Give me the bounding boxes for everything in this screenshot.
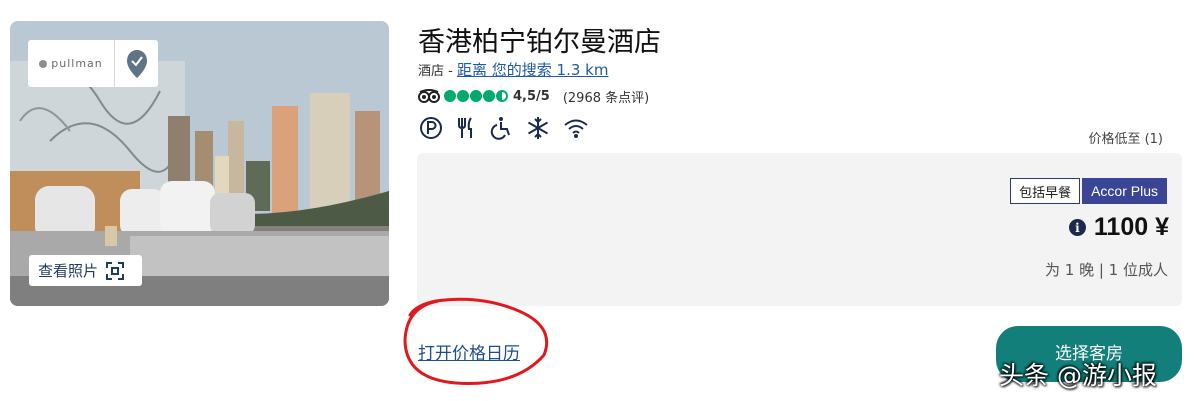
low-price-label: 价格低至 (1) xyxy=(1088,132,1163,147)
restaurant-icon xyxy=(456,116,476,140)
pullman-logo: pullman xyxy=(28,40,115,87)
accor-plus-tag: Accor Plus xyxy=(1082,178,1167,204)
air-conditioning-icon xyxy=(526,116,550,140)
all-safe-badge-icon xyxy=(115,49,158,79)
hotel-subline: 酒店 - 距离 您的搜索 1.3 km xyxy=(418,59,608,80)
review-count[interactable]: (2968 条点评) xyxy=(563,87,649,106)
price-value: 1100 ¥ xyxy=(1093,213,1169,241)
amenity-icons xyxy=(419,116,589,140)
price-per-label: 为 1 晚 | 1 位成人 xyxy=(1045,261,1168,279)
subline-separator: - xyxy=(444,64,457,79)
price-panel: 包括早餐 Accor Plus i 1100 ¥ 为 1 晚 | 1 位成人 xyxy=(417,153,1182,306)
rating-bubble xyxy=(444,90,456,102)
parking-icon xyxy=(419,116,443,140)
price-row: i 1100 ¥ xyxy=(1068,213,1169,242)
tripadvisor-owl-icon xyxy=(418,89,440,103)
breakfast-included-tag: 包括早餐 xyxy=(1010,178,1081,204)
rate-tags: 包括早餐 Accor Plus xyxy=(1010,178,1167,204)
hotel-photo[interactable]: pullman 查看照片 xyxy=(10,21,389,306)
fullscreen-icon xyxy=(106,261,125,280)
info-icon[interactable]: i xyxy=(1068,219,1086,236)
rating-bubbles xyxy=(444,90,508,102)
rating-bubble xyxy=(496,90,508,102)
logo-text: pullman xyxy=(51,57,103,70)
view-photos-label: 查看照片 xyxy=(38,262,99,280)
watermark: 头条 @游小报 xyxy=(999,361,1157,390)
accessibility-icon xyxy=(489,116,513,140)
view-photos-button[interactable]: 查看照片 xyxy=(29,255,142,286)
hotel-brand-logo: pullman xyxy=(28,40,158,87)
rating-bubble xyxy=(483,90,495,102)
tripadvisor-rating[interactable]: 4,5/5 (2968 条点评) xyxy=(418,87,649,106)
annotation-circle xyxy=(403,297,549,385)
rating-bubble xyxy=(470,90,482,102)
hotel-type: 酒店 xyxy=(418,64,445,79)
hotel-name[interactable]: 香港柏宁铂尔曼酒店 xyxy=(418,20,661,59)
distance-link[interactable]: 距离 您的搜索 1.3 km xyxy=(457,61,608,79)
rating-bubble xyxy=(457,90,469,102)
wifi-icon xyxy=(563,117,589,139)
rating-score: 4,5/5 xyxy=(513,88,550,104)
